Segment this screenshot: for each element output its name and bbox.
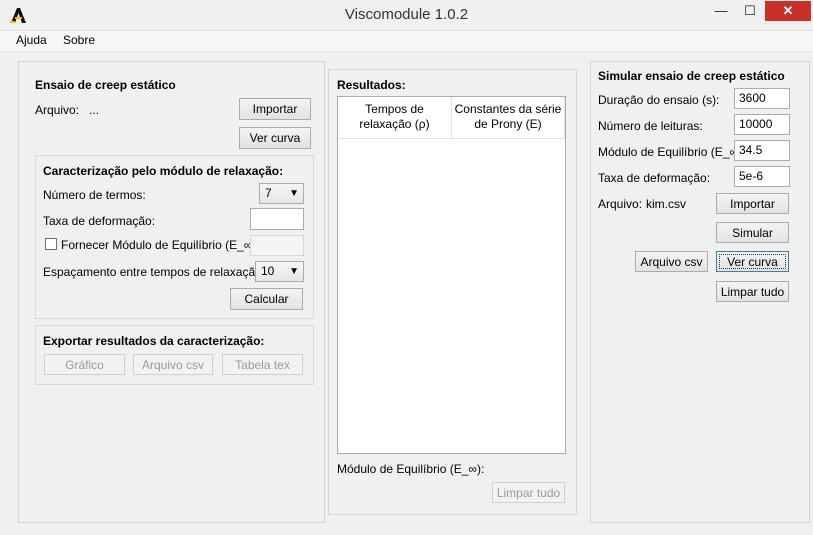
- menu-ajuda[interactable]: Ajuda: [16, 33, 47, 47]
- espacamento-value: 10: [261, 264, 275, 278]
- maximize-button[interactable]: ☐: [737, 1, 763, 21]
- fornecer-modulo-checkbox[interactable]: [45, 238, 57, 250]
- tabela-tex-button[interactable]: Tabela tex: [222, 354, 303, 375]
- espacamento-label: Espaçamento entre tempos de relaxação:: [43, 265, 266, 279]
- simular-limpar-button[interactable]: Limpar tudo: [716, 281, 789, 302]
- menu-sobre[interactable]: Sobre: [63, 33, 95, 47]
- grafico-button[interactable]: Gráfico: [44, 354, 125, 375]
- creep-section-title: Ensaio de creep estático: [35, 78, 176, 92]
- simular-importar-button[interactable]: Importar: [716, 193, 789, 214]
- importar-button[interactable]: Importar: [239, 98, 311, 120]
- taxa-input[interactable]: [250, 208, 304, 230]
- simular-arquivo-csv-button[interactable]: Arquivo csv: [635, 251, 708, 272]
- taxa-label: Taxa de deformação:: [43, 214, 156, 228]
- close-button[interactable]: ✕: [765, 1, 811, 21]
- menu-bar: [0, 31, 813, 52]
- espacamento-select[interactable]: 10 ▼: [255, 261, 304, 282]
- simular-button[interactable]: Simular: [716, 222, 789, 243]
- column-header-constantes[interactable]: Constantes da série de Prony (E): [452, 97, 565, 139]
- ver-curva-button[interactable]: Ver curva: [239, 127, 311, 149]
- resultados-title: Resultados:: [337, 78, 406, 92]
- simular-taxa-label: Taxa de deformação:: [598, 171, 711, 185]
- column-header-tempos[interactable]: Tempos de relaxação (ρ): [338, 97, 452, 139]
- fornecer-modulo-label: Fornecer Módulo de Equilíbrio (E_∞):: [61, 238, 260, 252]
- caracterizacao-title: Caracterização pelo módulo de relaxação:: [43, 164, 284, 178]
- num-termos-value: 7: [265, 186, 272, 200]
- leituras-label: Número de leituras:: [598, 119, 703, 133]
- modulo-label: Módulo de Equilíbrio (E_∞):: [598, 145, 746, 159]
- modulo-input[interactable]: 34.5: [734, 140, 790, 161]
- chevron-down-icon: ▼: [289, 266, 299, 277]
- duracao-label: Duração do ensaio (s):: [598, 93, 720, 107]
- simular-taxa-input[interactable]: 5e-6: [734, 166, 790, 187]
- limpar-resultados-button[interactable]: Limpar tudo: [492, 482, 565, 503]
- arquivo-label: Arquivo:: [35, 103, 80, 117]
- simular-arquivo-label: Arquivo:: [598, 197, 643, 211]
- num-termos-label: Número de termos:: [43, 188, 146, 202]
- exportar-arquivo-csv-button[interactable]: Arquivo csv: [133, 354, 213, 375]
- window-title: Viscomodule 1.0.2: [344, 6, 469, 23]
- resultados-table[interactable]: Tempos de relaxação (ρ) Constantes da sé…: [337, 96, 566, 454]
- num-termos-select[interactable]: 7 ▼: [259, 183, 304, 204]
- simular-arquivo-value: kim.csv: [646, 197, 686, 211]
- simular-title: Simular ensaio de creep estático: [598, 69, 785, 83]
- fornecer-modulo-input: [250, 235, 304, 256]
- calcular-button[interactable]: Calcular: [230, 288, 303, 310]
- arquivo-value: ...: [89, 103, 100, 117]
- leituras-input[interactable]: 10000: [734, 114, 790, 135]
- minimize-button[interactable]: —: [708, 1, 734, 21]
- simular-ver-curva-button[interactable]: Ver curva: [716, 251, 789, 272]
- duracao-input[interactable]: 3600: [734, 88, 790, 109]
- exportar-title: Exportar resultados da caracterização:: [43, 334, 265, 348]
- chevron-down-icon: ▼: [289, 188, 299, 199]
- modulo-equilibrio-label: Módulo de Equilíbrio (E_∞):: [337, 462, 485, 476]
